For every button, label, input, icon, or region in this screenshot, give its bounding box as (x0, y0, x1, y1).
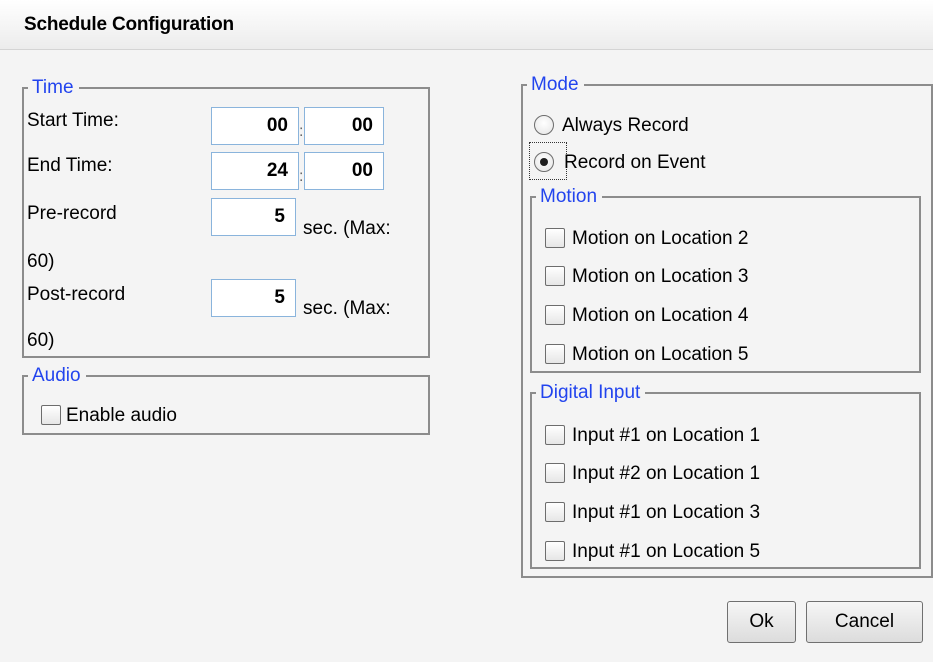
start-time-label: Start Time: (27, 110, 119, 131)
postrecord-label: Post-record (27, 284, 126, 305)
input-1-location-5-label[interactable]: Input #1 on Location 5 (572, 541, 760, 563)
record-on-event-radio[interactable] (534, 152, 554, 172)
motion-location-2-checkbox[interactable] (545, 228, 565, 248)
cancel-button[interactable]: Cancel (806, 601, 923, 643)
audio-legend: Audio (32, 365, 81, 386)
start-time-separator: : (299, 123, 304, 140)
enable-audio-checkbox[interactable] (41, 405, 61, 425)
start-minute-input[interactable] (304, 107, 384, 145)
radio-selected-dot (540, 158, 548, 166)
motion-location-5-checkbox[interactable] (545, 344, 565, 364)
end-time-label: End Time: (27, 155, 113, 176)
record-on-event-label[interactable]: Record on Event (564, 152, 706, 174)
motion-location-4-label[interactable]: Motion on Location 4 (572, 305, 748, 327)
prerecord-unit: sec. (Max: (303, 218, 391, 239)
enable-audio-label[interactable]: Enable audio (66, 405, 177, 427)
digital-input-legend: Digital Input (540, 382, 641, 403)
prerecord-label: Pre-record (27, 203, 117, 224)
prerecord-input[interactable] (211, 198, 296, 236)
input-1-location-1-checkbox[interactable] (545, 425, 565, 445)
start-hour-input[interactable] (211, 107, 299, 145)
ok-button[interactable]: Ok (727, 601, 796, 643)
prerecord-max: 60) (27, 251, 55, 272)
input-2-location-1-label[interactable]: Input #2 on Location 1 (572, 463, 760, 485)
motion-location-3-label[interactable]: Motion on Location 3 (572, 266, 748, 288)
motion-location-2-label[interactable]: Motion on Location 2 (572, 228, 748, 250)
end-time-separator: : (299, 168, 304, 185)
postrecord-input[interactable] (211, 279, 296, 317)
end-hour-input[interactable] (211, 152, 299, 190)
motion-location-3-checkbox[interactable] (545, 266, 565, 286)
input-2-location-1-checkbox[interactable] (545, 463, 565, 483)
postrecord-unit: sec. (Max: (303, 298, 391, 319)
time-legend: Time (32, 77, 74, 98)
always-record-label[interactable]: Always Record (562, 115, 689, 137)
dialog-titlebar: Schedule Configuration (0, 0, 933, 50)
input-1-location-3-checkbox[interactable] (545, 502, 565, 522)
dialog-title: Schedule Configuration (24, 14, 234, 35)
motion-location-5-label[interactable]: Motion on Location 5 (572, 344, 748, 366)
schedule-configuration-dialog: Schedule Configuration Time Start Time: … (0, 0, 933, 662)
mode-legend: Mode (531, 74, 579, 95)
always-record-radio[interactable] (534, 115, 554, 135)
input-1-location-1-label[interactable]: Input #1 on Location 1 (572, 425, 760, 447)
motion-legend: Motion (540, 186, 598, 207)
motion-location-4-checkbox[interactable] (545, 305, 565, 325)
input-1-location-5-checkbox[interactable] (545, 541, 565, 561)
input-1-location-3-label[interactable]: Input #1 on Location 3 (572, 502, 760, 524)
end-minute-input[interactable] (304, 152, 384, 190)
postrecord-max: 60) (27, 330, 55, 351)
